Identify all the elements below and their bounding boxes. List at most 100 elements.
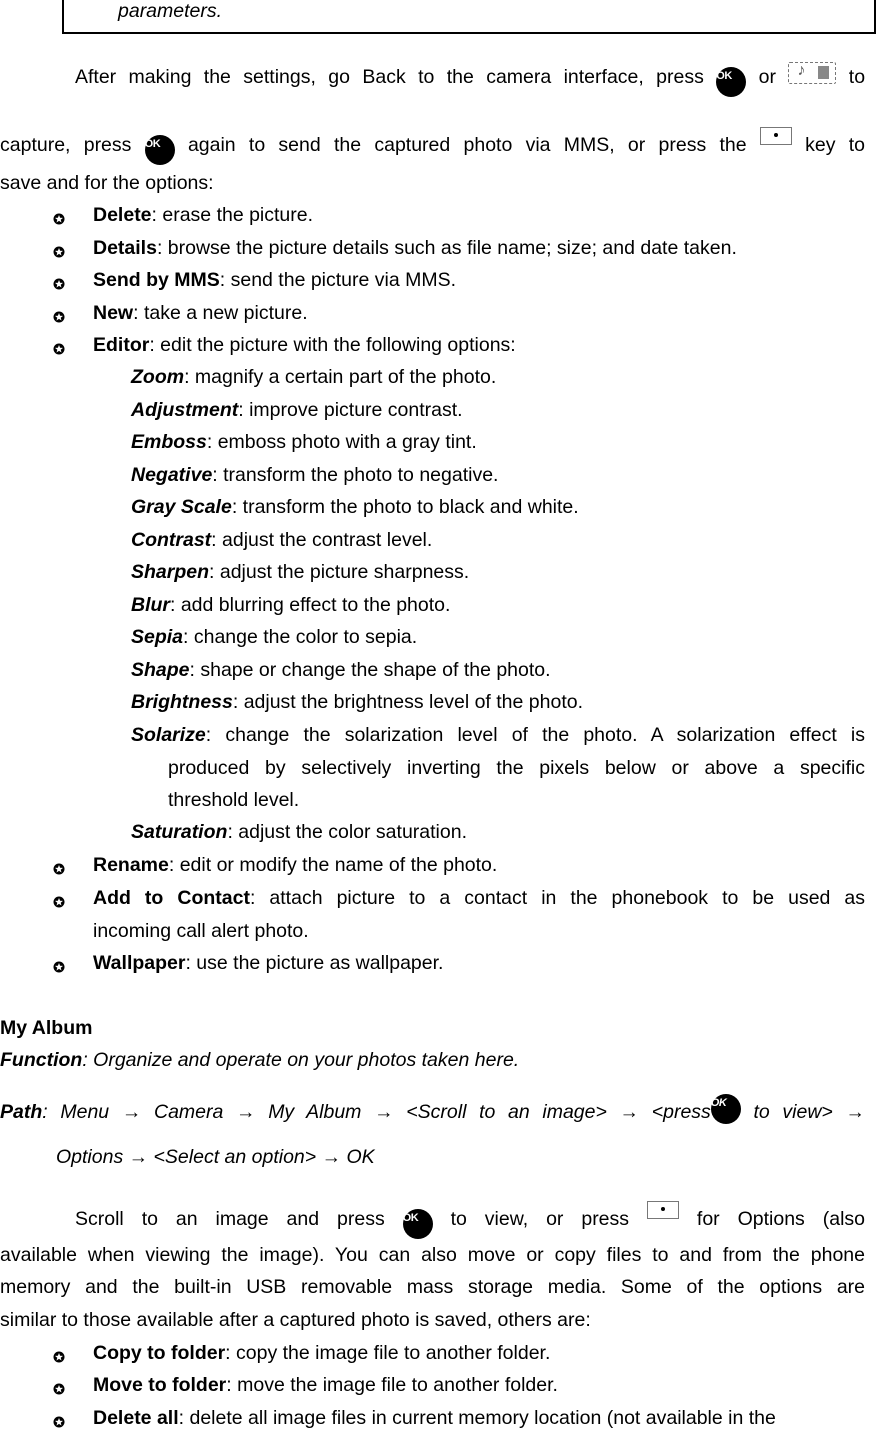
arrow-icon: → <box>121 1101 142 1123</box>
option-desc: : copy the image file to another folder. <box>225 1342 551 1364</box>
arrow-icon: → <box>845 1101 865 1123</box>
bullet-icon <box>53 343 65 355</box>
album-path-line2: Options → <Select an option> → OK <box>56 1146 375 1168</box>
album-function: Function: Organize and operate on your p… <box>0 1049 520 1071</box>
section-heading-my-album: My Album <box>0 1017 93 1039</box>
bullet-icon <box>53 1351 65 1363</box>
editor-option-item: Blur: add blurring effect to the photo. <box>131 594 450 617</box>
option-desc-continued: incoming call alert photo. <box>93 919 309 942</box>
option-term: Move to folder <box>93 1374 227 1396</box>
arrow-icon: → <box>619 1101 640 1123</box>
bullet-icon <box>53 961 65 973</box>
arrow-icon: → <box>128 1146 149 1168</box>
editor-option-item: Adjustment: improve picture contrast. <box>131 399 463 422</box>
option-term: Delete all <box>93 1407 179 1429</box>
ok-key-icon: OK <box>716 67 747 97</box>
option-desc: : change the solarization level of the p… <box>205 724 865 746</box>
album-option-item: Move to folder: move the image file to a… <box>93 1374 558 1397</box>
option-desc: : browse the picture details such as fil… <box>156 237 737 259</box>
album-para-line4: similar to those available after a captu… <box>0 1309 591 1331</box>
arrow-icon: → <box>236 1101 256 1123</box>
option-desc: : edit or modify the name of the photo. <box>168 854 498 876</box>
option-term: Emboss <box>131 431 207 453</box>
note-text: parameters. <box>118 0 223 22</box>
option-desc: : edit the picture with the following op… <box>149 334 516 356</box>
editor-option-item: Sharpen: adjust the picture sharpness. <box>131 561 469 584</box>
editor-option-item: Negative: transform the photo to negativ… <box>131 464 498 487</box>
option-desc: : add blurring effect to the photo. <box>170 594 451 616</box>
arrow-icon: → <box>321 1146 342 1168</box>
para1-line3: save and for the options: <box>0 172 214 194</box>
bullet-icon <box>53 863 65 875</box>
option-item: Delete: erase the picture. <box>93 204 313 227</box>
editor-option-item: Shape: shape or change the shape of the … <box>131 659 551 682</box>
option-term: Send by MMS <box>93 269 220 291</box>
option-term: Delete <box>93 204 152 226</box>
option-item: Editor: edit the picture with the follow… <box>93 334 516 357</box>
option-desc: : transform the photo to negative. <box>212 464 499 486</box>
option-desc: : move the image file to another folder. <box>226 1374 558 1396</box>
option-term: Sepia <box>131 626 184 648</box>
note-box: parameters. <box>62 0 876 34</box>
option-desc: : adjust the color saturation. <box>227 821 467 843</box>
editor-option-item: Saturation: adjust the color saturation. <box>131 821 467 844</box>
option-item: Details: browse the picture details such… <box>93 237 737 260</box>
option-desc-continued: threshold level. <box>168 789 300 811</box>
option-desc: : use the picture as wallpaper. <box>185 952 444 974</box>
option-desc: : transform the photo to black and white… <box>231 496 579 518</box>
option-term: Zoom <box>131 366 185 388</box>
ok-key-icon: OK <box>402 1209 433 1239</box>
bullet-icon <box>53 896 65 908</box>
option-term: Details <box>93 237 157 259</box>
music-key-icon: ♪ <box>788 62 837 84</box>
option-item: Add to Contact: attach picture to a cont… <box>93 887 865 910</box>
option-desc: : send the picture via MMS. <box>219 269 457 291</box>
option-term: Shape <box>131 659 190 681</box>
album-option-item: Copy to folder: copy the image file to a… <box>93 1342 550 1365</box>
option-term: New <box>93 302 134 324</box>
ok-key-icon: OK <box>144 135 175 165</box>
editor-option-item: Brightness: adjust the brightness level … <box>131 691 583 714</box>
album-para-line2: available when viewing the image). You c… <box>0 1244 865 1266</box>
option-term: Solarize <box>131 724 206 746</box>
option-term: Negative <box>131 464 213 486</box>
editor-option-item: Solarize: change the solarization level … <box>131 724 865 747</box>
bullet-icon <box>53 213 65 225</box>
editor-option-item: Zoom: magnify a certain part of the phot… <box>131 366 496 389</box>
option-term: Blur <box>131 594 170 616</box>
option-term: Copy to folder <box>93 1342 226 1364</box>
option-desc: : take a new picture. <box>133 302 308 324</box>
album-para-line1: Scroll to an image and press OK to view,… <box>75 1201 865 1239</box>
album-option-item: Delete all: delete all image files in cu… <box>93 1407 776 1430</box>
bullet-icon <box>53 278 65 290</box>
option-term: Brightness <box>131 691 233 713</box>
option-desc: : adjust the picture sharpness. <box>209 561 470 583</box>
option-desc: : emboss photo with a gray tint. <box>206 431 477 453</box>
option-desc: : improve picture contrast. <box>238 399 463 421</box>
option-term: Editor <box>93 334 150 356</box>
editor-option-item: Emboss: emboss photo with a gray tint. <box>131 431 477 454</box>
album-path-line1: Path: Menu → Camera → My Album → <Scroll… <box>0 1094 865 1124</box>
option-desc: : magnify a certain part of the photo. <box>184 366 497 388</box>
bullet-icon <box>53 1416 65 1428</box>
editor-option-item: Contrast: adjust the contrast level. <box>131 529 432 552</box>
option-desc: : shape or change the shape of the photo… <box>189 659 551 681</box>
options-key-icon <box>759 127 792 145</box>
arrow-icon: → <box>374 1101 394 1123</box>
option-desc: : adjust the brightness level of the pho… <box>232 691 584 713</box>
option-term: Wallpaper <box>93 952 186 974</box>
option-item: Wallpaper: use the picture as wallpaper. <box>93 952 443 975</box>
album-para-line3: memory and the built-in USB removable ma… <box>0 1276 865 1298</box>
option-term: Sharpen <box>131 561 210 583</box>
editor-option-item: Sepia: change the color to sepia. <box>131 626 417 649</box>
option-desc: : delete all image files in current memo… <box>178 1407 776 1429</box>
option-term: Gray Scale <box>131 496 232 518</box>
option-desc: : attach picture to a contact in the pho… <box>249 887 866 909</box>
option-term: Rename <box>93 854 169 876</box>
option-term: Add to Contact <box>93 887 250 909</box>
option-item: Send by MMS: send the picture via MMS. <box>93 269 456 292</box>
options-key-icon <box>646 1201 679 1219</box>
option-item: Rename: edit or modify the name of the p… <box>93 854 497 877</box>
option-desc: : erase the picture. <box>151 204 314 226</box>
option-desc: : adjust the contrast level. <box>211 529 433 551</box>
